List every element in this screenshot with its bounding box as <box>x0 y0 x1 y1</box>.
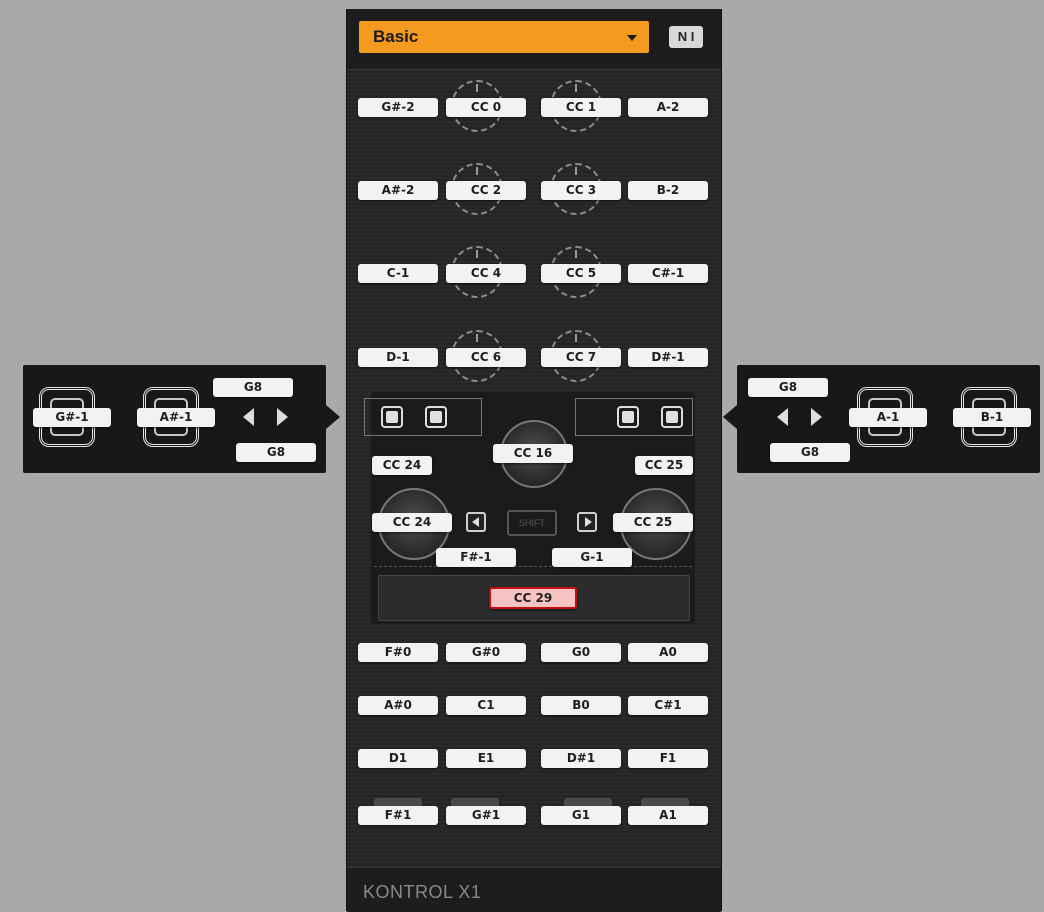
button-mapping-label: A0 <box>628 643 708 662</box>
header-bar: Basic N I <box>347 9 721 70</box>
button-mapping-label: C1 <box>446 696 526 715</box>
left-arrow-icon[interactable] <box>243 408 254 426</box>
knob-mapping-label: B-2 <box>628 181 708 200</box>
knob-mapping-label: A#-2 <box>358 181 438 200</box>
encoder-mapping-label: CC 16 <box>493 444 573 463</box>
dropdown-arrow-icon <box>627 35 637 41</box>
right-button-2[interactable] <box>661 406 683 428</box>
footer-bar: KONTROL X1 <box>347 867 721 912</box>
knob-mapping-label: CC 0 <box>446 98 526 117</box>
button-mapping-label: F#1 <box>358 806 438 825</box>
button-mapping-label: A#0 <box>358 696 438 715</box>
next-button[interactable] <box>577 512 597 532</box>
knob-mapping-label: CC 6 <box>446 348 526 367</box>
button-mapping-label: G#1 <box>446 806 526 825</box>
pad-mapping-label: A#-1 <box>137 408 215 427</box>
right-button-1[interactable] <box>617 406 639 428</box>
button-mapping-label: G#0 <box>446 643 526 662</box>
button-mapping-label: B0 <box>541 696 621 715</box>
nav-mapping-label: G8 <box>770 443 850 462</box>
button-mapping-label: E1 <box>446 749 526 768</box>
right-arrow-icon[interactable] <box>277 408 288 426</box>
left-button-1[interactable] <box>381 406 403 428</box>
panel-pointer <box>326 405 340 429</box>
button-mapping-label: F#0 <box>358 643 438 662</box>
knob-mapping-label: G#-2 <box>358 98 438 117</box>
encoder-mapping-label: CC 24 <box>372 513 452 532</box>
right-arrow-icon[interactable] <box>811 408 822 426</box>
left-button-2[interactable] <box>425 406 447 428</box>
button-mapping-label: F#-1 <box>436 548 516 567</box>
knob-mapping-label: A-2 <box>628 98 708 117</box>
knob-mapping-label: CC 5 <box>541 264 621 283</box>
button-mapping-label: D1 <box>358 749 438 768</box>
button-mapping-label: D#1 <box>541 749 621 768</box>
left-arrow-icon <box>472 517 479 527</box>
device-name: KONTROL X1 <box>363 882 482 902</box>
preset-dropdown[interactable]: Basic <box>359 21 649 53</box>
button-mapping-label: A1 <box>628 806 708 825</box>
nav-mapping-label: G8 <box>748 378 828 397</box>
knob-mapping-label: C#-1 <box>628 264 708 283</box>
pad-mapping-label: B-1 <box>953 408 1031 427</box>
knob-mapping-label: CC 4 <box>446 264 526 283</box>
button-mapping-label: G-1 <box>552 548 632 567</box>
button-mapping-label: F1 <box>628 749 708 768</box>
divider <box>374 566 692 567</box>
knob-mapping-label: C-1 <box>358 264 438 283</box>
pad-mapping-label: A-1 <box>849 408 927 427</box>
touchstrip-mapping-label: CC 29 <box>489 587 577 609</box>
shift-button[interactable]: SHIFT <box>507 510 557 536</box>
knob-mapping-label: CC 3 <box>541 181 621 200</box>
knob-mapping-label: CC 1 <box>541 98 621 117</box>
knob-mapping-label: D#-1 <box>628 348 708 367</box>
pad-mapping-label: G#-1 <box>33 408 111 427</box>
knob-mapping-label: D-1 <box>358 348 438 367</box>
panel-pointer <box>723 405 737 429</box>
display-mapping-label: CC 25 <box>635 456 693 475</box>
left-arrow-icon[interactable] <box>777 408 788 426</box>
prev-button[interactable] <box>466 512 486 532</box>
nav-mapping-label: G8 <box>213 378 293 397</box>
button-mapping-label: G1 <box>541 806 621 825</box>
display-mapping-label: CC 24 <box>372 456 432 475</box>
encoder-mapping-label: CC 25 <box>613 513 693 532</box>
button-mapping-label: G0 <box>541 643 621 662</box>
button-mapping-label: C#1 <box>628 696 708 715</box>
ni-logo: N I <box>669 26 703 48</box>
knob-mapping-label: CC 2 <box>446 181 526 200</box>
knob-mapping-label: CC 7 <box>541 348 621 367</box>
nav-mapping-label: G8 <box>236 443 316 462</box>
preset-label: Basic <box>373 27 419 46</box>
right-arrow-icon <box>585 517 592 527</box>
